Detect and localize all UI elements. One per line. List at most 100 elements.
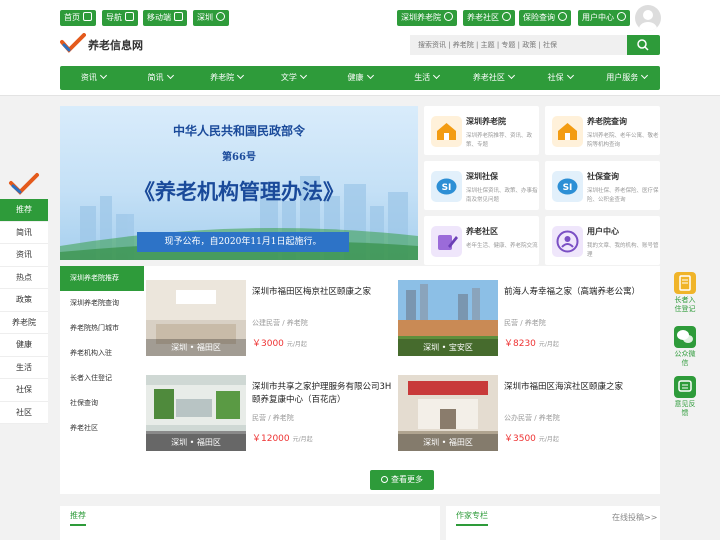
menu-item-recommend[interactable]: 深圳养老院推荐 <box>60 266 150 291</box>
listing-name: 深圳市共享之家护理服务有限公司3H颐养复康中心（百花店） <box>252 382 392 405</box>
card-user-center[interactable]: 用户中心 我的文章、我的机构、账号管理 <box>545 216 660 265</box>
sidebar-logo-icon <box>9 173 39 195</box>
nav-item-community[interactable]: 养老社区 <box>460 66 527 90</box>
card-title: 养老院查询 <box>587 117 627 126</box>
listing-photo: 深圳 • 福田区 <box>146 280 246 356</box>
menu-item-search[interactable]: 深圳养老院查询 <box>60 291 144 316</box>
listing-type: 公办民营 / 养老院 <box>504 414 560 422</box>
si-icon: SI <box>552 171 583 202</box>
list-item[interactable]: 深圳 • 宝安区 前海人寿幸福之家（高端养老公寓） 民营 / 养老院 ￥8230… <box>398 280 646 358</box>
writer-column-section: 作家专栏 在线投稿>> <box>446 506 660 540</box>
sidebar-item-life[interactable]: 生活 <box>0 356 48 379</box>
card-desc: 深圳养老院推荐、资讯、政策、专题 <box>466 133 533 148</box>
insurance-link[interactable]: 保险查询 <box>519 10 571 26</box>
listing-photo: 深圳 • 福田区 <box>398 375 498 451</box>
grid-icon <box>125 12 134 21</box>
card-social-security-search[interactable]: SI 社保查询 深圳社保、养老保险、医疗保险、公积金查询 <box>545 161 660 210</box>
mobile-button[interactable]: 移动端 <box>143 10 187 26</box>
menu-item-social-security[interactable]: 社保查询 <box>60 391 144 416</box>
navigation-button[interactable]: 导航 <box>102 10 138 26</box>
sidebar-item-social-security[interactable]: 社保 <box>0 379 48 402</box>
chevron-down-icon <box>237 71 245 80</box>
hero-banner[interactable]: 中华人民共和国民政部令 第66号 《养老机构管理办法》 现予公布，自2020年1… <box>60 106 418 260</box>
sidebar-item-briefs[interactable]: 简讯 <box>0 221 48 244</box>
banner-line-1: 中华人民共和国民政部令 <box>172 124 305 138</box>
si-icon: SI <box>431 171 462 202</box>
nav-item-literature[interactable]: 文学 <box>260 66 327 90</box>
card-shenzhen-nursing-home[interactable]: 深圳养老院 深圳养老院推荐、资讯、政策、专题 <box>424 106 539 155</box>
nav-item-news[interactable]: 资讯 <box>60 66 127 90</box>
logo-check-icon <box>60 33 86 53</box>
card-shenzhen-social-security[interactable]: SI 深圳社保 深圳社保资讯、政策、办事指南及常见问题 <box>424 161 539 210</box>
float-register[interactable]: 长者入住登记 <box>670 272 700 314</box>
link-icon <box>617 12 626 21</box>
list-item[interactable]: 深圳 • 福田区 深圳市福田区海滨社区颐康之家 公办民营 / 养老院 ￥3500… <box>398 375 646 453</box>
float-feedback[interactable]: 意见反馈 <box>670 376 700 418</box>
chevron-down-icon <box>566 71 574 80</box>
more-icon <box>381 476 388 483</box>
chevron-down-icon <box>433 71 441 80</box>
sidebar-item-policy[interactable]: 政策 <box>0 289 48 312</box>
listing-name: 深圳市福田区海滨社区颐康之家 <box>504 382 624 392</box>
card-desc: 老年生活、健康、养老院交流 <box>466 243 538 249</box>
menu-item-community[interactable]: 养老社区 <box>60 416 144 441</box>
house-icon <box>552 116 583 147</box>
listing-price: ￥12000 元/月起 <box>252 434 313 444</box>
card-nursing-home-search[interactable]: 养老院查询 深圳养老院、老年公寓、敬老院等机构查询 <box>545 106 660 155</box>
menu-item-hot-cities[interactable]: 养老院热门城市 <box>60 316 144 341</box>
view-more-button[interactable]: 查看更多 <box>370 470 434 490</box>
location-icon <box>216 12 225 21</box>
card-community[interactable]: 养老社区 老年生活、健康、养老院交流 <box>424 216 539 265</box>
link-icon <box>444 12 453 21</box>
register-icon <box>674 272 696 294</box>
nav-item-life[interactable]: 生活 <box>393 66 460 90</box>
listing-name: 深圳市福田区梅京社区颐康之家 <box>252 287 372 297</box>
list-item[interactable]: 深圳 • 福田区 深圳市福田区梅京社区颐康之家 公建民营 / 养老院 ￥3000… <box>146 280 394 358</box>
card-desc: 深圳社保、养老保险、医疗保险、公积金查询 <box>587 188 659 203</box>
listing-location: 深圳 • 福田区 <box>146 434 246 451</box>
listing-price: ￥3500 元/月起 <box>504 434 559 444</box>
sidebar-item-recommend[interactable]: 推荐 <box>0 199 48 222</box>
sidebar-item-community[interactable]: 社区 <box>0 401 48 424</box>
card-title: 养老社区 <box>466 227 498 236</box>
menu-item-register[interactable]: 长者入住登记 <box>60 366 144 391</box>
nav-item-user-services[interactable]: 用户服务 <box>593 66 660 90</box>
sidebar-item-health[interactable]: 健康 <box>0 334 48 357</box>
nav-item-health[interactable]: 健康 <box>327 66 394 90</box>
search-button[interactable] <box>627 35 660 55</box>
card-title: 深圳社保 <box>466 172 498 181</box>
svg-text:SI: SI <box>563 183 573 193</box>
card-title: 社保查询 <box>587 172 619 181</box>
nav-item-briefs[interactable]: 简讯 <box>127 66 194 90</box>
sidebar-item-news[interactable]: 资讯 <box>0 244 48 267</box>
community-link[interactable]: 养老社区 <box>463 10 515 26</box>
tab-recommend[interactable]: 推荐 <box>70 510 86 526</box>
user-center-link[interactable]: 用户中心 <box>578 10 630 26</box>
menu-item-join[interactable]: 养老机构入驻 <box>60 341 144 366</box>
feedback-icon <box>674 376 696 398</box>
nav-item-nursing-home[interactable]: 养老院 <box>193 66 260 90</box>
home-button[interactable]: 首页 <box>60 10 96 26</box>
listing-type: 民营 / 养老院 <box>504 319 546 327</box>
city-button[interactable]: 深圳 <box>193 10 229 26</box>
list-item[interactable]: 深圳 • 福田区 深圳市共享之家护理服务有限公司3H颐养复康中心（百花店） 民营… <box>146 375 394 453</box>
chevron-down-icon <box>299 71 307 80</box>
chevron-down-icon <box>366 71 374 80</box>
sidebar-item-nursing-home[interactable]: 养老院 <box>0 311 48 334</box>
card-desc: 深圳社保资讯、政策、办事指南及常见问题 <box>466 188 538 203</box>
recommend-section: 推荐 <box>60 506 440 540</box>
phone-icon <box>174 12 183 21</box>
sidebar-item-hot[interactable]: 热点 <box>0 266 48 289</box>
float-wechat[interactable]: 公众微信 <box>670 326 700 368</box>
submit-article-link[interactable]: 在线投稿>> <box>612 512 657 523</box>
listing-price: ￥8230 元/月起 <box>504 339 559 349</box>
card-desc: 深圳养老院、老年公寓、敬老院等机构查询 <box>587 133 659 148</box>
shenzhen-nursing-home-link[interactable]: 深圳养老院 <box>397 10 457 26</box>
card-desc: 我的文章、我的机构、账号管理 <box>587 243 659 258</box>
chevron-down-icon <box>507 71 515 80</box>
nav-item-social-security[interactable]: 社保 <box>527 66 594 90</box>
avatar[interactable] <box>635 5 661 31</box>
search-input[interactable] <box>410 35 627 55</box>
listing-location: 深圳 • 宝安区 <box>398 339 498 356</box>
tab-writer-column[interactable]: 作家专栏 <box>456 510 488 526</box>
